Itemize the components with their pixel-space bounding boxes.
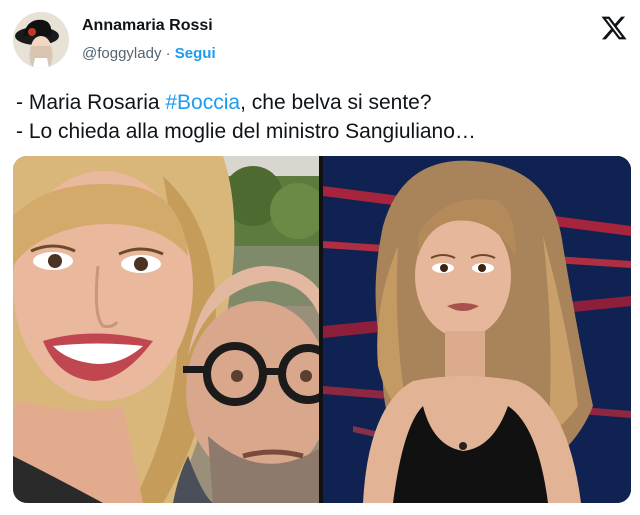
author-handle[interactable]: @foggylady [82, 45, 161, 62]
avatar-image [13, 12, 69, 68]
author-name[interactable]: Annamaria Rossi [82, 17, 213, 35]
media-photo-right[interactable] [323, 156, 631, 503]
avatar[interactable] [13, 12, 69, 68]
tweet-line-2: - Lo chieda alla moglie del ministro San… [16, 120, 476, 143]
handle-separator: · [161, 45, 175, 62]
tweet-card: Annamaria Rossi @foggylady · Segui - Mar… [0, 0, 640, 515]
author-handle-row: @foggylady · Segui [82, 45, 216, 62]
follow-button[interactable]: Segui [175, 45, 216, 62]
tweet-line-1-prefix: - Maria Rosaria [16, 91, 166, 114]
tweet-text: - Maria Rosaria #Boccia, che belva si se… [16, 88, 626, 146]
x-logo-svg [601, 16, 627, 40]
x-logo-icon[interactable] [600, 14, 628, 42]
media-gallery [13, 156, 631, 503]
hashtag-link[interactable]: #Boccia [165, 91, 240, 114]
selfie-photo-image [13, 156, 319, 503]
media-photo-left[interactable] [13, 156, 319, 503]
tweet-line-1: - Maria Rosaria #Boccia, che belva si se… [16, 88, 626, 117]
tweet-line-1-suffix: , che belva si sente? [240, 91, 432, 114]
studio-photo-image [323, 156, 631, 503]
